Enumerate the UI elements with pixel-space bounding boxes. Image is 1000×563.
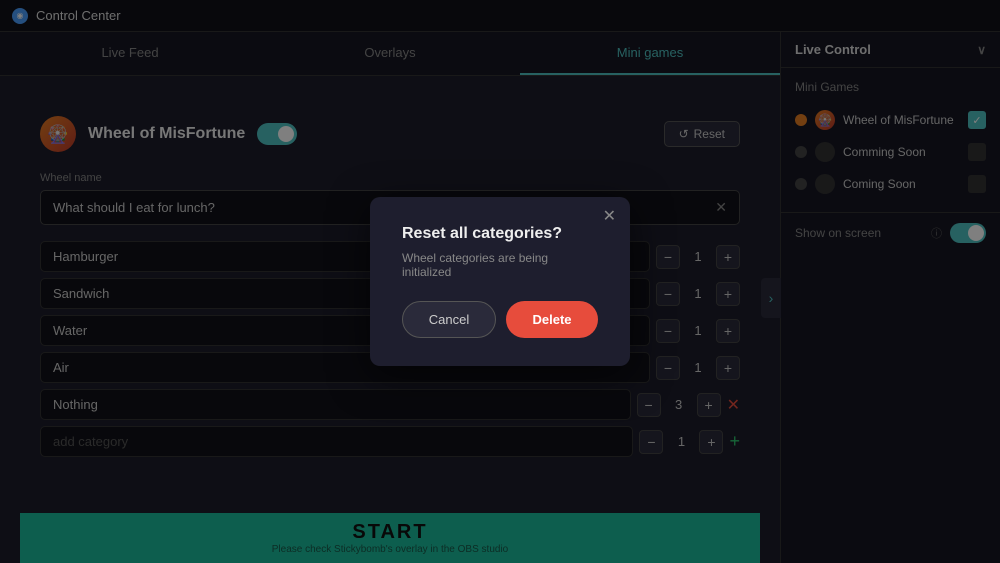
modal-close-button[interactable]: ✕ bbox=[603, 209, 616, 225]
modal-title: Reset all categories? bbox=[402, 225, 598, 243]
modal-buttons: Cancel Delete bbox=[402, 301, 598, 338]
modal-overlay: ✕ Reset all categories? Wheel categories… bbox=[0, 0, 1000, 563]
reset-modal: ✕ Reset all categories? Wheel categories… bbox=[370, 197, 630, 366]
modal-subtitle: Wheel categories are being initialized bbox=[402, 251, 598, 279]
delete-button[interactable]: Delete bbox=[506, 301, 598, 338]
cancel-button[interactable]: Cancel bbox=[402, 301, 496, 338]
